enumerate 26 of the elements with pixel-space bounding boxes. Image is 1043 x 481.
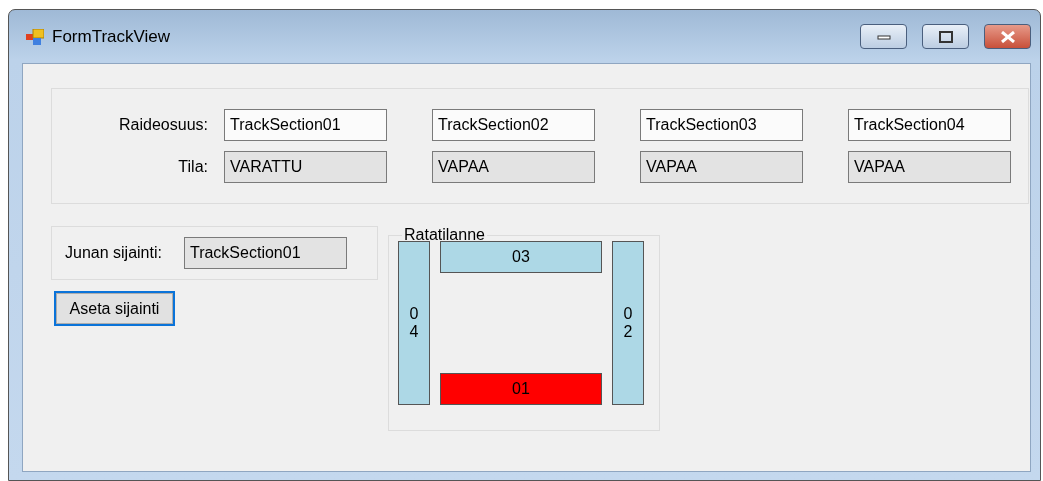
maximize-button[interactable] [922,24,969,49]
track-panel-title: Ratatilanne [403,226,486,244]
location-field[interactable]: TrackSection01 [183,237,347,269]
state-label: Tila: [178,158,209,176]
maximize-icon [938,30,953,43]
window-title: FormTrackView [52,26,172,47]
location-label: Junan sijainti: [65,244,163,262]
track-section: 01 [440,373,602,405]
state-field[interactable]: VAPAA [640,151,803,183]
minimize-button[interactable] [860,24,907,49]
track-section: 02 [612,241,644,405]
state-field[interactable]: VAPAA [848,151,1011,183]
section-field[interactable]: TrackSection01 [224,109,387,141]
close-button[interactable] [984,24,1031,49]
section-field[interactable]: TrackSection04 [848,109,1011,141]
section-field[interactable]: TrackSection02 [432,109,595,141]
section-field[interactable]: TrackSection03 [640,109,803,141]
state-field[interactable]: VAPAA [432,151,595,183]
track-section: 04 [398,241,430,405]
section-label: Raideosuus: [119,116,209,134]
app-icon [26,28,44,45]
minimize-icon [876,33,891,40]
state-field[interactable]: VARATTU [224,151,387,183]
set-location-button[interactable]: Aseta sijainti [54,291,175,326]
track-section: 03 [440,241,602,273]
close-icon [999,30,1016,43]
